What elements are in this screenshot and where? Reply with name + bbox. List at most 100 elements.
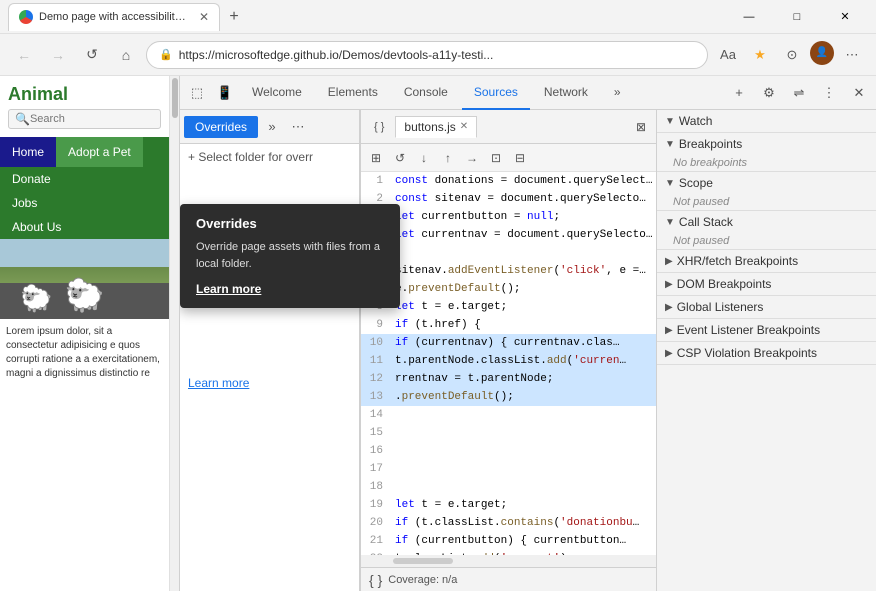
sheep-emoji-2: 🐑: [20, 283, 52, 314]
devtools-tab-network[interactable]: Network: [532, 76, 600, 110]
nav-jobs[interactable]: Jobs: [0, 191, 169, 215]
scroll-thumb: [172, 78, 178, 118]
tooltip-learn-more[interactable]: Learn more: [196, 282, 261, 296]
call-stack-section-header[interactable]: ▼ Call Stack: [657, 211, 876, 233]
file-format-icon: { }: [365, 117, 393, 137]
xhr-section-header[interactable]: ▶ XHR/fetch Breakpoints: [657, 250, 876, 272]
select-folder-row[interactable]: + Select folder for overr: [180, 144, 359, 170]
devtools-customize[interactable]: ⋮: [816, 80, 842, 106]
step-button[interactable]: →: [461, 147, 483, 169]
scope-section-header[interactable]: ▼ Scope: [657, 172, 876, 194]
nav-adopt[interactable]: Adopt a Pet: [56, 137, 143, 167]
search-row[interactable]: 🔍: [8, 109, 161, 129]
code-content[interactable]: 1const donations = document.querySelect……: [361, 172, 656, 555]
breakpoints-section-header[interactable]: ▼ Breakpoints: [657, 133, 876, 155]
scope-not-paused-text: Not paused: [673, 196, 729, 208]
tab-close-icon[interactable]: ✕: [199, 10, 209, 24]
address-bar: ← → ↺ ⌂ 🔒 https://microsoftedge.github.i…: [0, 34, 876, 76]
devtools-tab-more[interactable]: »: [602, 76, 633, 110]
address-input[interactable]: 🔒 https://microsoftedge.github.io/Demos/…: [146, 41, 708, 69]
step-out-button[interactable]: ↑: [437, 147, 459, 169]
nav-about[interactable]: About Us: [0, 215, 169, 239]
debug-toolbar: ⊞ ↺ ↓ ↑ → ⊡ ⊟: [361, 144, 656, 172]
main-content: Animal 🔍 Home Adopt a Pet Do: [0, 76, 876, 591]
devtools-tab-welcome[interactable]: Welcome: [240, 76, 314, 110]
lock-icon: 🔒: [159, 48, 173, 61]
profile-avatar[interactable]: 👤: [810, 41, 834, 65]
devtools-actions: + ⚙ ⇌ ⋮ ✕: [726, 80, 872, 106]
minimize-button[interactable]: —: [726, 0, 772, 34]
browser-tab[interactable]: Demo page with accessibility iss ✕: [8, 3, 220, 31]
favorites-button[interactable]: ★: [746, 41, 774, 69]
overrides-header: Overrides » ⋯: [180, 110, 359, 144]
code-line-16: 16: [361, 442, 656, 460]
refresh-button[interactable]: ↺: [78, 41, 106, 69]
code-line-14: 14: [361, 406, 656, 424]
nav-home[interactable]: Home: [0, 137, 56, 167]
dom-section-header[interactable]: ▶ DOM Breakpoints: [657, 273, 876, 295]
right-panel: ▼ Watch ▼ Breakpoints No breakpoints: [656, 110, 876, 591]
breakpoints-content: No breakpoints: [657, 155, 876, 171]
brackets-icon: { }: [369, 572, 382, 588]
dont-pause-exceptions-button[interactable]: ⊟: [509, 147, 531, 169]
event-listener-section-header[interactable]: ▶ Event Listener Breakpoints: [657, 319, 876, 341]
overrides-kebab-icon[interactable]: ⋯: [286, 115, 310, 139]
xhr-chevron-icon: ▶: [665, 256, 673, 267]
step-into-button[interactable]: ↓: [413, 147, 435, 169]
call-stack-content: Not paused: [657, 233, 876, 249]
page-title-text: Animal: [8, 84, 68, 105]
code-line-2: 2const sitenav = document.querySelecto…: [361, 190, 656, 208]
pause-resume-button[interactable]: ⊞: [365, 147, 387, 169]
overrides-tooltip: Overrides Override page assets with file…: [180, 204, 400, 308]
devtools-settings[interactable]: ⚙: [756, 80, 782, 106]
dom-label: DOM Breakpoints: [677, 277, 772, 291]
scope-chevron-icon: ▼: [665, 178, 675, 189]
deactivate-breakpoints-button[interactable]: ⊡: [485, 147, 507, 169]
devtools-tab-elements[interactable]: Elements: [316, 76, 390, 110]
code-line-17: 17: [361, 460, 656, 478]
overrides-tab[interactable]: Overrides: [184, 116, 258, 138]
back-button[interactable]: ←: [10, 41, 38, 69]
watch-chevron-icon: ▼: [665, 116, 675, 127]
code-line-18: 18: [361, 478, 656, 496]
overrides-more-icon[interactable]: »: [260, 115, 284, 139]
devtools-inspect-button[interactable]: ⬚: [184, 80, 210, 106]
address-actions: Aa ★ ⊙ 👤 ⋯: [714, 41, 866, 69]
watch-section-header[interactable]: ▼ Watch: [657, 110, 876, 132]
learn-more-link[interactable]: Learn more: [188, 376, 249, 390]
nav-donate[interactable]: Donate: [0, 167, 169, 191]
devtools-tab-console[interactable]: Console: [392, 76, 460, 110]
code-line-9: 9 if (t.href) {: [361, 316, 656, 334]
devtools-close[interactable]: ✕: [846, 80, 872, 106]
call-stack-chevron-icon: ▼: [665, 217, 675, 228]
brackets-footer: { } Coverage: n/a: [369, 572, 457, 588]
page-scrollbar[interactable]: [169, 76, 179, 591]
devtools-sync[interactable]: ⇌: [786, 80, 812, 106]
nav-links: Home Adopt a Pet: [0, 137, 169, 167]
read-aloud-button[interactable]: Aa: [714, 41, 742, 69]
coverage-label: Coverage: n/a: [388, 574, 457, 586]
event-listener-chevron-icon: ▶: [665, 325, 673, 336]
search-input[interactable]: [30, 113, 110, 125]
devtools-device-button[interactable]: 📱: [212, 80, 238, 106]
code-horizontal-scrollbar[interactable]: [361, 555, 656, 567]
file-tab-buttons-js[interactable]: buttons.js ✕: [395, 116, 477, 138]
csp-section-header[interactable]: ▶ CSP Violation Breakpoints: [657, 342, 876, 364]
maximize-button[interactable]: □: [774, 0, 820, 34]
step-over-button[interactable]: ↺: [389, 147, 411, 169]
file-tab-close[interactable]: ✕: [460, 121, 468, 132]
settings-ellipsis-button[interactable]: ⋯: [838, 41, 866, 69]
global-listeners-section-header[interactable]: ▶ Global Listeners: [657, 296, 876, 318]
format-button[interactable]: ⊠: [630, 116, 652, 138]
collections-button[interactable]: ⊙: [778, 41, 806, 69]
devtools-tab-bar: ⬚ 📱 Welcome Elements Console Sources Net…: [180, 76, 876, 110]
forward-button[interactable]: →: [44, 41, 72, 69]
devtools-tab-sources[interactable]: Sources: [462, 76, 530, 110]
close-button[interactable]: ✕: [822, 0, 868, 34]
right-panel-scroll[interactable]: ▼ Watch ▼ Breakpoints No breakpoints: [657, 110, 876, 591]
url-text: https://microsoftedge.github.io/Demos/de…: [179, 48, 695, 62]
page-nav: Home Adopt a Pet Donate Jobs About Us: [0, 137, 169, 239]
home-button[interactable]: ⌂: [112, 41, 140, 69]
devtools-add-tab[interactable]: +: [726, 80, 752, 106]
new-tab-button[interactable]: +: [220, 3, 248, 31]
